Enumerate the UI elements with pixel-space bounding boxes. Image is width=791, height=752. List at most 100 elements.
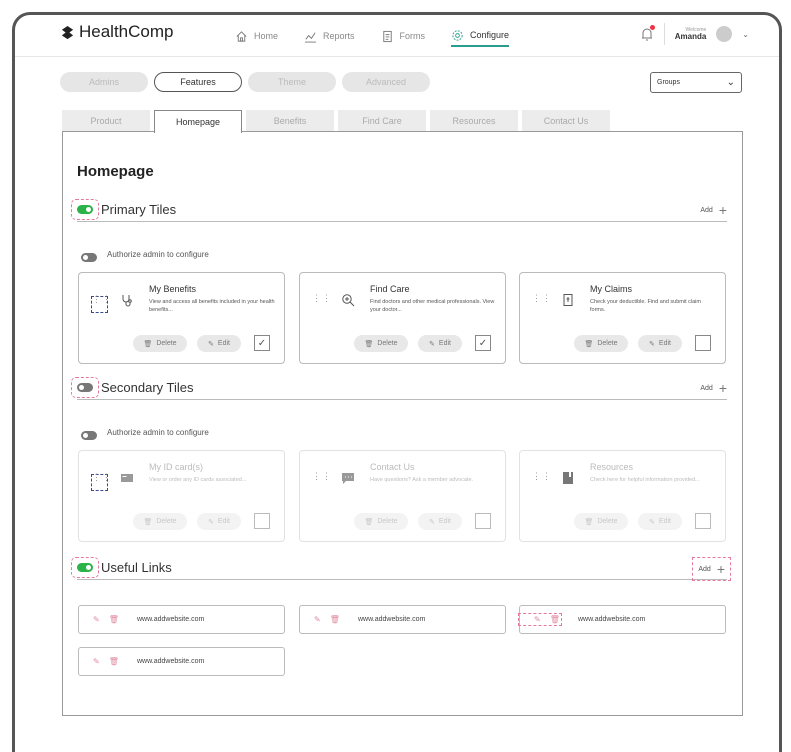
tab-benefits[interactable]: Benefits (246, 110, 334, 132)
drag-handle-icon[interactable]: ⋮⋮ (532, 472, 551, 491)
tile-description: Check here for helpful information provi… (590, 477, 700, 483)
primary-authorize-toggle[interactable] (81, 253, 97, 262)
config-tab-advanced[interactable]: Advanced (342, 72, 430, 92)
config-tab-admins[interactable]: Admins (60, 72, 148, 92)
plus-icon: + (718, 380, 727, 396)
drag-handle-icon[interactable]: ⋮⋮ (91, 473, 111, 491)
tile-checkbox[interactable] (695, 335, 711, 351)
claim-icon (563, 294, 573, 306)
avatar[interactable] (716, 26, 733, 42)
edit-button[interactable]: ✎ Edit (638, 335, 682, 352)
tile-my-claims[interactable]: ⋮⋮ My Claims Check your deductible. Find… (519, 272, 726, 364)
edit-button[interactable]: ✎ Edit (418, 513, 462, 530)
tab-product[interactable]: Product (62, 110, 150, 132)
nav-home[interactable]: Home (235, 25, 278, 47)
pencil-icon[interactable]: ✎ (314, 615, 321, 624)
link-actions: ✎ 🗑 (300, 615, 340, 624)
link-url: www.addwebsite.com (137, 616, 205, 623)
trash-icon[interactable]: 🗑 (109, 615, 119, 624)
tile-find-care[interactable]: ⋮⋮ Find Care Find doctors and other medi… (299, 272, 506, 364)
tile-checkbox[interactable]: ✓ (475, 335, 491, 351)
nav-reports-label: Reports (323, 31, 355, 41)
nav-configure-label: Configure (470, 30, 510, 40)
tile-contact-us[interactable]: ⋮⋮ Contact Us Have questions? Ask a memb… (299, 450, 506, 542)
edit-button[interactable]: ✎ Edit (418, 335, 462, 352)
pencil-icon[interactable]: ✎ (534, 615, 541, 624)
delete-button[interactable]: 🗑 Delete (354, 513, 408, 530)
pencil-icon[interactable]: ✎ (93, 615, 100, 624)
drag-handle-icon[interactable]: ⋮⋮ (312, 294, 331, 313)
delete-label: Delete (377, 518, 398, 525)
nav-forms[interactable]: Forms (381, 25, 425, 47)
drag-handle-icon[interactable]: ⋮⋮ (532, 294, 551, 313)
delete-button[interactable]: 🗑 Delete (574, 513, 628, 530)
config-tab-theme[interactable]: Theme (248, 72, 336, 92)
primary-add-button[interactable]: Add + (700, 203, 727, 217)
tab-contact-us[interactable]: Contact Us (522, 110, 610, 132)
delete-button[interactable]: 🗑 Delete (574, 335, 628, 352)
useful-link-item[interactable]: ✎ 🗑 www.addwebsite.com (78, 647, 285, 676)
delete-button[interactable]: 🗑 Delete (354, 335, 408, 352)
trash-icon[interactable]: 🗑 (550, 615, 560, 624)
secondary-tiles-header: Secondary Tiles Add + (71, 377, 727, 400)
main-nav: Home Reports Forms Configure (235, 25, 510, 47)
trash-icon: 🗑 (143, 518, 153, 526)
edit-label: Edit (438, 340, 451, 347)
notification-bell-icon[interactable] (640, 25, 655, 42)
link-url: www.addwebsite.com (137, 658, 205, 665)
secondary-add-button[interactable]: Add + (700, 381, 727, 395)
edit-button[interactable]: ✎ Edit (197, 335, 241, 352)
primary-tiles-header: Primary Tiles Add + (71, 199, 727, 222)
nav-reports[interactable]: Reports (304, 25, 355, 47)
trash-icon[interactable]: 🗑 (109, 657, 119, 666)
toggle-highlight (71, 557, 99, 578)
tile-checkbox[interactable] (695, 513, 711, 529)
pencil-icon[interactable]: ✎ (93, 657, 100, 666)
tile-my-benefits[interactable]: ⋮⋮ My Benefits View and access all benef… (78, 272, 285, 364)
edit-button[interactable]: ✎ Edit (638, 513, 682, 530)
home-icon (236, 30, 247, 42)
delete-label: Delete (377, 340, 398, 347)
tab-find-care[interactable]: Find Care (338, 110, 426, 132)
useful-link-item[interactable]: ✎ 🗑 www.addwebsite.com (299, 605, 506, 634)
tab-resources[interactable]: Resources (430, 110, 518, 132)
secondary-authorize-toggle[interactable] (81, 431, 97, 440)
config-tab-features[interactable]: Features (154, 72, 242, 92)
groups-select-value: Groups (657, 79, 680, 86)
chevron-down-icon[interactable]: ⌄ (742, 30, 749, 39)
useful-links-header: Useful Links Add + (71, 557, 731, 581)
nav-configure[interactable]: Configure (451, 25, 510, 47)
tile-title: Find Care (370, 284, 410, 294)
tile-checkbox[interactable] (254, 513, 270, 529)
tile-description: Have questions? Ask a member advocate. (370, 477, 474, 483)
welcome-block: Welcome Amanda (675, 27, 707, 41)
useful-links-add-button[interactable]: Add + (692, 557, 731, 581)
drag-handle-icon[interactable]: ⋮⋮ (91, 295, 111, 313)
document-icon (382, 30, 392, 42)
app-window: HealthComp Home Reports Forms Configure (12, 12, 782, 752)
edit-button[interactable]: ✎ Edit (197, 513, 241, 530)
tile-my-id-cards[interactable]: ⋮⋮ My ID card(s) View or order any ID ca… (78, 450, 285, 542)
drag-handle-icon[interactable]: ⋮⋮ (312, 472, 331, 491)
user-area: Welcome Amanda ⌄ (640, 23, 749, 45)
tile-checkbox[interactable] (475, 513, 491, 529)
tile-checkbox[interactable]: ✓ (254, 335, 270, 351)
edit-label: Edit (217, 518, 230, 525)
delete-button[interactable]: 🗑 Delete (133, 335, 187, 352)
groups-select[interactable]: Groups ⌄ (650, 72, 742, 93)
useful-link-item[interactable]: ✎ 🗑 www.addwebsite.com (518, 605, 726, 634)
edit-label: Edit (658, 340, 671, 347)
pencil-icon: ✎ (649, 340, 655, 348)
tile-description: Check your deductible. Find and submit c… (590, 299, 701, 313)
tile-title: My Claims (590, 284, 632, 294)
link-url: www.addwebsite.com (358, 616, 426, 623)
delete-button[interactable]: 🗑 Delete (133, 513, 187, 530)
toggle-highlight (71, 377, 99, 398)
brand-logo[interactable]: HealthComp (60, 22, 174, 42)
useful-link-item[interactable]: ✎ 🗑 www.addwebsite.com (78, 605, 285, 634)
tile-resources[interactable]: ⋮⋮ Resources Check here for helpful info… (519, 450, 726, 542)
trash-icon: 🗑 (364, 518, 374, 526)
secondary-authorize-label: Authorize admin to configure (107, 428, 209, 437)
trash-icon[interactable]: 🗑 (330, 615, 340, 624)
tab-homepage[interactable]: Homepage (154, 110, 242, 133)
